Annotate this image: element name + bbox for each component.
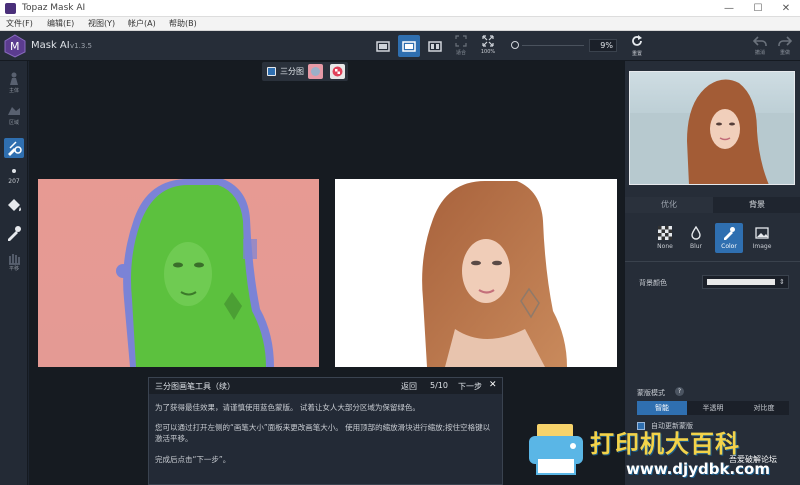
mask-mode-smart[interactable]: 智能: [637, 401, 687, 415]
tutorial-step-counter: 5/10: [430, 381, 448, 390]
trimap-color-swatch[interactable]: [308, 64, 323, 79]
mask-preview-swatch[interactable]: [330, 64, 345, 79]
bg-blur-option[interactable]: Blur: [684, 226, 708, 252]
eyedropper-tool[interactable]: [4, 223, 24, 243]
brush-settings-icon: [8, 141, 22, 156]
color-dot-icon: [311, 67, 320, 76]
navigator-thumbnail[interactable]: [629, 71, 795, 185]
trimap-checkbox[interactable]: [267, 67, 276, 76]
left-toolbar: 主体 区域 207 平移: [0, 61, 28, 485]
reset-button[interactable]: 重置: [626, 34, 648, 58]
pan-tool[interactable]: 平移: [4, 251, 24, 272]
single-view-button[interactable]: [372, 35, 394, 57]
tutorial-header: 三分图画笔工具（续） 返回 5/10 下一步 ✕: [149, 378, 502, 394]
fill-tool[interactable]: [4, 196, 24, 216]
tutorial-dialog: 三分图画笔工具（续） 返回 5/10 下一步 ✕ 为了获得最佳效果，请谨慎使用蓝…: [148, 377, 503, 485]
region-icon: [8, 107, 20, 115]
zoom-slider-track[interactable]: [522, 45, 584, 46]
watermark-title: 打印机大百科: [590, 430, 740, 458]
mask-mode-label: 蒙版模式: [637, 389, 665, 397]
redo-button[interactable]: 重做: [774, 34, 796, 58]
menu-account[interactable]: 帐户(A): [128, 18, 156, 29]
watermark-subtitle: 吾爱破解论坛: [729, 455, 777, 464]
checkerboard-icon: [658, 226, 672, 240]
expand-icon: [482, 35, 494, 47]
menu-help[interactable]: 帮助(B): [169, 18, 197, 29]
minimize-button[interactable]: —: [718, 1, 740, 16]
toolbar: M Mask AI v1.3.5 适合 100% 9% 重置 撤消 重做: [0, 31, 800, 61]
tutorial-close-button[interactable]: ✕: [489, 380, 497, 390]
trimap-view-toggle: 三分图: [262, 62, 348, 81]
droplet-icon: [691, 226, 701, 240]
redo-icon: [778, 36, 792, 46]
bg-color-label: 背景颜色: [639, 279, 667, 287]
checker-circle-icon: [332, 66, 343, 77]
brush-size-dot[interactable]: [12, 169, 16, 173]
subject-tool[interactable]: 主体: [4, 71, 24, 94]
tutorial-paragraph-3: 完成后点击“下一步”。: [155, 455, 231, 464]
image-icon: [755, 227, 769, 239]
tab-background[interactable]: 背景: [713, 197, 800, 213]
tab-optimize[interactable]: 优化: [625, 197, 713, 213]
side-by-side-icon: [428, 41, 442, 52]
trimap-brush-tool[interactable]: [4, 138, 24, 158]
single-view-icon: [376, 41, 390, 52]
split-view-icon: [402, 41, 416, 52]
menu-view[interactable]: 视图(Y): [88, 18, 115, 29]
result-preview-image[interactable]: [335, 179, 617, 367]
bg-image-option[interactable]: Image: [749, 226, 775, 252]
stepper-arrows-icon: ⇕: [779, 278, 785, 286]
trimap-image[interactable]: [38, 179, 319, 367]
tutorial-title: 三分图画笔工具（续）: [155, 382, 235, 391]
fit-icon: [455, 35, 467, 47]
menu-edit[interactable]: 编辑(E): [47, 18, 74, 29]
hand-icon: [9, 254, 20, 265]
split-view-button[interactable]: [398, 35, 420, 57]
trimap-label: 三分图: [280, 67, 304, 76]
close-window-button[interactable]: ✕: [775, 1, 797, 16]
bg-color-select[interactable]: ⇕: [702, 275, 789, 289]
brush-size-value: 207: [8, 178, 20, 185]
color-picker-icon: [724, 227, 735, 240]
tutorial-paragraph-2: 您可以通过打开左侧的“画笔大小”面板来更改画笔大小。 使用顶部的缩放滑块进行缩放…: [155, 423, 491, 443]
zoom-value-field[interactable]: 9%: [589, 39, 617, 52]
divider: [625, 261, 800, 262]
help-icon[interactable]: ?: [675, 387, 684, 396]
mask-mode-contrast[interactable]: 对比度: [739, 401, 789, 415]
menu-file[interactable]: 文件(F): [6, 18, 33, 29]
side-by-side-view-button[interactable]: [424, 35, 446, 57]
bg-color-preview: [707, 279, 775, 285]
zoom-slider-handle[interactable]: [511, 41, 519, 49]
region-tool[interactable]: 区域: [4, 103, 24, 126]
printer-logo-icon: [529, 424, 583, 475]
svg-text:M: M: [10, 40, 20, 53]
eyedropper-icon: [8, 226, 21, 241]
person-icon: [10, 72, 18, 85]
menu-bar: 文件(F) 编辑(E) 视图(Y) 帐户(A) 帮助(B): [0, 17, 800, 31]
maximize-button[interactable]: ☐: [747, 1, 769, 16]
tutorial-paragraph-1: 为了获得最佳效果，请谨慎使用蓝色蒙版。 试着让女人大部分区域为保留绿色。: [155, 403, 420, 412]
watermark: 打印机大百科 www.djydbk.com 吾爱破解论坛: [527, 420, 800, 485]
mask-mode-translucent[interactable]: 半透明: [687, 401, 739, 415]
app-name: Mask AI: [31, 40, 70, 51]
app-logo-icon: [5, 3, 16, 14]
fit-button[interactable]: 适合: [450, 34, 472, 58]
zoom-100-button[interactable]: 100%: [476, 34, 500, 58]
bg-none-option[interactable]: None: [653, 226, 677, 252]
mask-ai-logo-icon: M: [4, 34, 26, 58]
bg-color-option[interactable]: Color: [715, 223, 743, 253]
undo-icon: [753, 36, 767, 46]
tutorial-back-button[interactable]: 返回: [401, 381, 417, 392]
window-title: Topaz Mask AI: [22, 3, 86, 13]
title-bar: Topaz Mask AI — ☐ ✕: [0, 0, 800, 17]
tutorial-next-button[interactable]: 下一步: [458, 381, 482, 392]
app-version: v1.3.5: [70, 42, 92, 50]
reset-icon: [632, 35, 642, 46]
paint-bucket-icon: [8, 199, 21, 212]
undo-button[interactable]: 撤消: [749, 34, 771, 58]
